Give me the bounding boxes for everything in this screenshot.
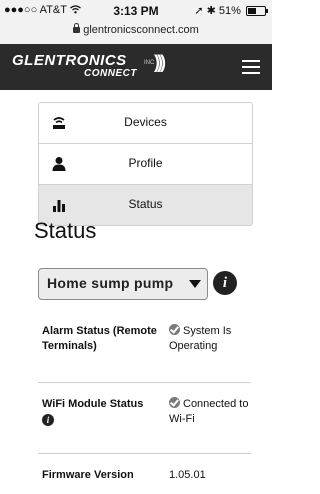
bluetooth-icon: ✱ xyxy=(206,5,216,17)
wifi-status-text: Connected to Wi-Fi xyxy=(169,398,249,425)
battery-icon xyxy=(246,6,268,17)
nav-label-profile: Profile xyxy=(128,156,163,170)
app-header: GLENTRONICS CONNECT INC ))) xyxy=(0,44,272,90)
lock-icon xyxy=(73,23,81,34)
status-table: Alarm Status (Remote Terminals) System I… xyxy=(38,310,251,494)
battery-percent: 51% xyxy=(218,5,241,17)
alarm-status-label: Alarm Status (Remote Terminals) xyxy=(42,325,157,352)
wifi-status-value: Connected to Wi-Fi xyxy=(169,397,251,427)
info-icon[interactable]: i xyxy=(213,271,237,295)
table-row: Alarm Status (Remote Terminals) System I… xyxy=(38,310,251,383)
check-circle-icon xyxy=(169,397,180,408)
alarm-status-value: System Is Operating xyxy=(169,324,251,354)
section-nav: Devices Profile Status xyxy=(38,102,253,226)
check-circle-icon xyxy=(169,324,180,335)
nav-label-devices: Devices xyxy=(124,115,167,129)
ios-status-bar: ●●●○○ AT&T 3:13 PM ➚ ✱ 51% glentronicsco… xyxy=(0,0,272,44)
nav-label-status: Status xyxy=(128,197,163,211)
table-row: WiFi Module Status i Connected to Wi-Fi xyxy=(38,383,251,454)
table-row: Firmware Version 1.05.01 xyxy=(38,454,251,494)
nav-item-devices[interactable]: Devices xyxy=(39,103,252,144)
wifi-status-label: WiFi Module Status xyxy=(42,398,144,410)
battery-status: ➚ ✱ 51% xyxy=(194,4,268,17)
hamburger-menu-icon[interactable] xyxy=(242,60,260,74)
logo-sub-text: CONNECT xyxy=(84,68,137,79)
wifi-status-label-wrap: WiFi Module Status i xyxy=(42,397,170,428)
firmware-version-value: 1.05.01 xyxy=(169,469,206,481)
chevron-down-icon xyxy=(189,280,201,288)
logo-inc-text: INC xyxy=(144,60,155,66)
page-title: Status xyxy=(34,218,97,243)
logo-main-text: GLENTRONICS xyxy=(12,52,127,69)
info-icon[interactable]: i xyxy=(42,414,54,426)
address-bar[interactable]: glentronicsconnect.com xyxy=(0,23,272,36)
device-select-value: Home sump pump xyxy=(47,275,174,291)
firmware-version-label: Firmware Version xyxy=(42,469,134,481)
location-arrow-icon: ➚ xyxy=(194,5,204,17)
glentronics-connect-logo[interactable]: GLENTRONICS CONNECT INC ))) xyxy=(12,52,166,79)
url-text: glentronicsconnect.com xyxy=(83,24,199,36)
nav-item-profile[interactable]: Profile xyxy=(39,144,252,185)
device-select[interactable]: Home sump pump xyxy=(38,268,208,300)
signal-waves-icon: ))) xyxy=(154,52,166,72)
